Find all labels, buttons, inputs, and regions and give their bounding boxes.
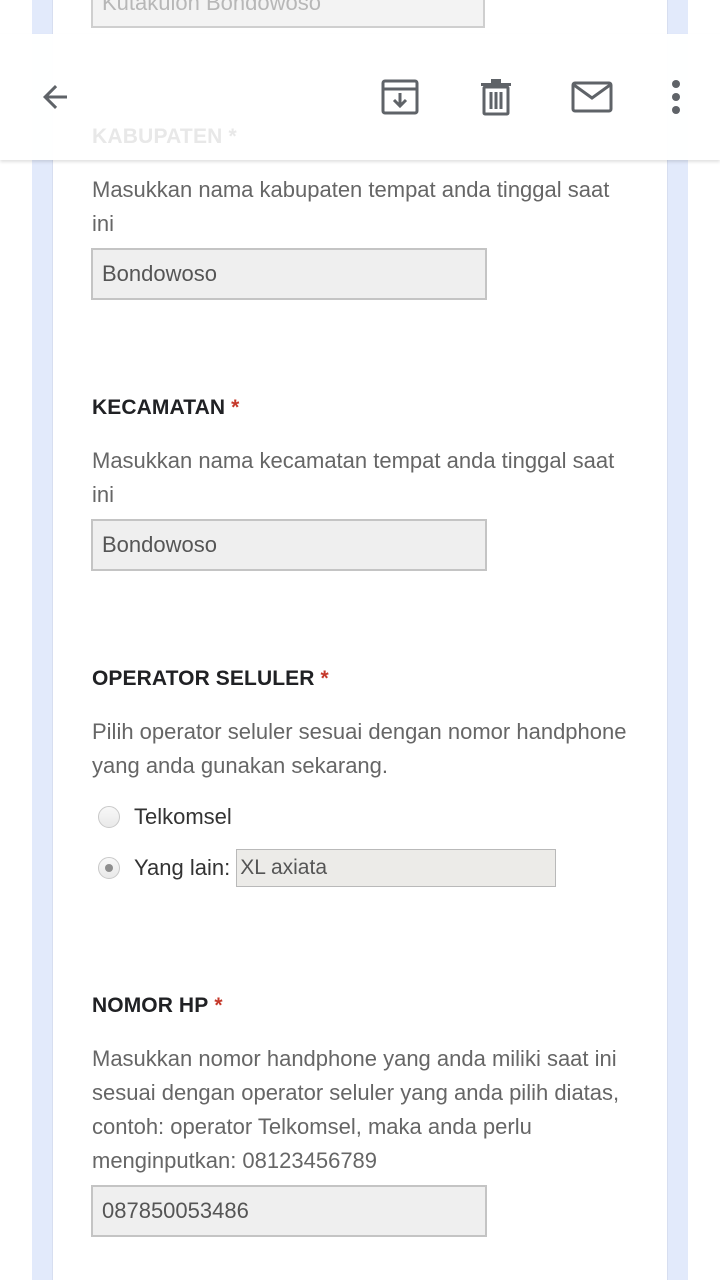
question-description-nomor-hp: Masukkan nomor handphone yang anda milik…: [92, 1046, 620, 1173]
question-title-text: KABUPATEN: [92, 125, 223, 148]
right-side-stripe: [668, 0, 688, 1280]
archive-icon: [381, 78, 419, 116]
delete-button[interactable]: [470, 34, 522, 160]
radio-button-selected[interactable]: [98, 857, 120, 879]
card-right-edge: [667, 0, 668, 1280]
question-title-text: NOMOR HP: [92, 994, 209, 1017]
question-description-operator: Pilih operator seluler sesuai dengan nom…: [92, 719, 627, 778]
question-title-kabupaten: KABUPATEN *: [92, 125, 237, 149]
previous-text-field[interactable]: Kutakulon Bondowoso: [91, 0, 485, 28]
nomor-hp-input[interactable]: 087850053486: [91, 1185, 487, 1237]
question-title-operator: OPERATOR SELULER *: [92, 667, 329, 691]
question-description-kecamatan: Masukkan nama kecamatan tempat anda ting…: [92, 448, 615, 507]
question-description-kabupaten: Masukkan nama kabupaten tempat anda ting…: [92, 177, 610, 236]
back-button[interactable]: [22, 34, 88, 160]
mail-icon: [571, 81, 613, 113]
radio-option-other[interactable]: Yang lain: XL axiata: [98, 849, 557, 887]
left-side-stripe: [32, 0, 52, 1280]
question-title-text: KECAMATAN: [92, 396, 226, 419]
required-mark: *: [320, 667, 329, 690]
required-mark: *: [214, 994, 223, 1017]
radio-option-telkomsel[interactable]: Telkomsel: [98, 802, 232, 832]
required-mark: *: [228, 125, 237, 148]
arrow-left-icon: [37, 79, 73, 115]
more-options-button[interactable]: [656, 34, 696, 160]
kecamatan-input[interactable]: Bondowoso: [91, 519, 487, 571]
card-left-edge: [52, 0, 53, 1280]
archive-button[interactable]: [372, 34, 428, 160]
question-title-nomor-hp: NOMOR HP *: [92, 994, 223, 1018]
mail-button[interactable]: [564, 34, 620, 160]
question-title-kecamatan: KECAMATAN *: [92, 396, 239, 420]
radio-option-label: Telkomsel: [134, 804, 232, 829]
radio-button[interactable]: [98, 806, 120, 828]
radio-option-label: Yang lain:: [134, 855, 231, 880]
kabupaten-input[interactable]: Bondowoso: [91, 248, 487, 300]
trash-icon: [479, 78, 513, 116]
other-operator-input[interactable]: XL axiata: [236, 849, 557, 887]
question-title-text: OPERATOR SELULER: [92, 667, 315, 690]
more-vert-icon: [671, 80, 681, 114]
required-mark: *: [231, 396, 240, 419]
